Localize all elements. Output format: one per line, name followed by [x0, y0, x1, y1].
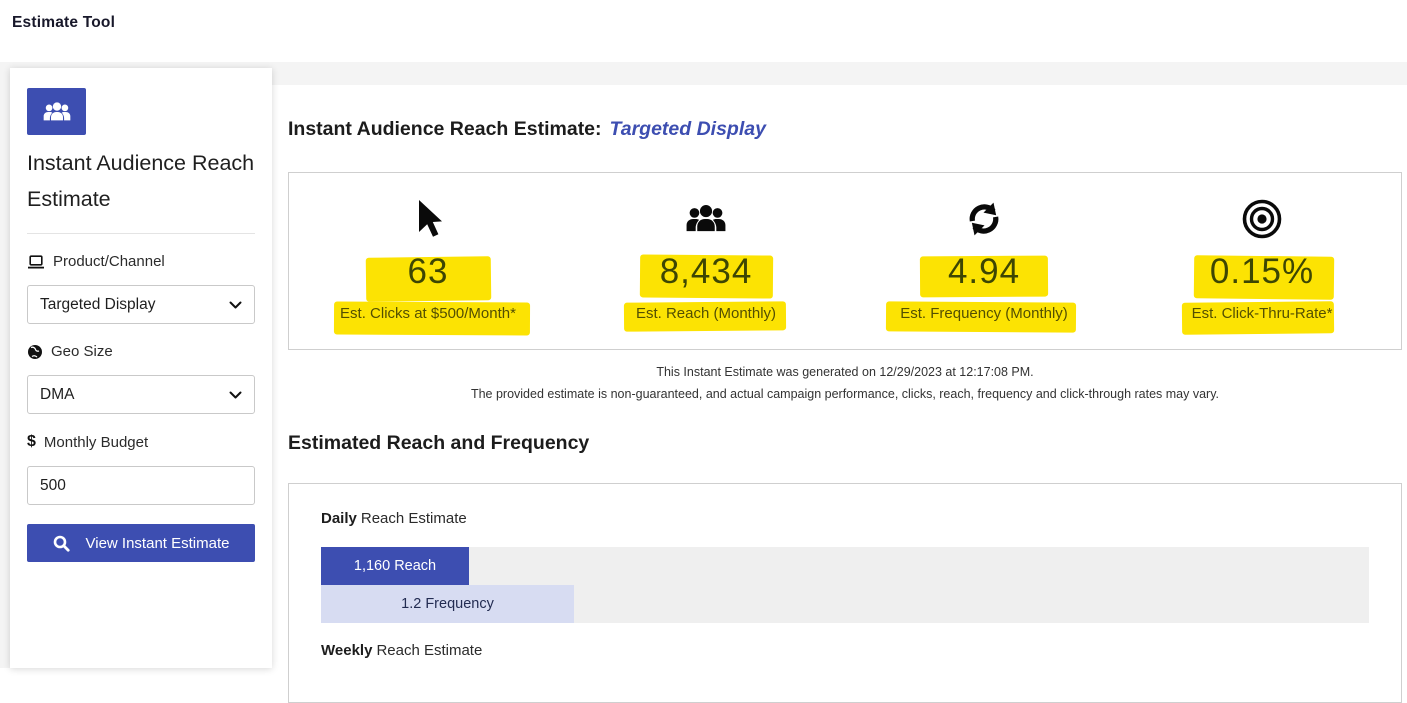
- monthly-budget-label: $ Monthly Budget: [27, 433, 255, 451]
- page-title-channel: Targeted Display: [610, 118, 766, 140]
- sync-icon: [845, 196, 1123, 242]
- reach-frequency-heading: Estimated Reach and Frequency: [288, 432, 589, 455]
- weekly-period: Weekly: [321, 642, 372, 659]
- page-title-prefix: Instant Audience Reach Estimate:: [288, 118, 602, 140]
- daily-reach-track: 1,160 Reach 1.2 Frequency: [321, 547, 1369, 623]
- metric-reach-label-highlight: Est. Reach (Monthly): [636, 305, 776, 322]
- view-instant-estimate-label: View Instant Estimate: [86, 535, 230, 552]
- metric-ctr: 0.15% Est. Click-Thru-Rate*: [1123, 173, 1401, 349]
- metric-reach: 8,434 Est. Reach (Monthly): [567, 173, 845, 349]
- weekly-reach-label: WeeklyReach Estimate: [321, 642, 1369, 659]
- sidebar-panel-title: Instant Audience Reach Estimate: [27, 145, 255, 217]
- top-header: Estimate Tool: [0, 0, 1407, 62]
- estimate-form-sidebar: Instant Audience Reach Estimate Product/…: [10, 68, 272, 668]
- metric-clicks-label-highlight: Est. Clicks at $500/Month*: [340, 305, 516, 322]
- metric-ctr-label-highlight: Est. Click-Thru-Rate*: [1192, 305, 1333, 322]
- product-channel-label: Product/Channel: [27, 253, 255, 270]
- generated-timestamp-note: This Instant Estimate was generated on 1…: [288, 365, 1402, 379]
- mouse-pointer-icon: [289, 196, 567, 242]
- reach-frequency-card: DailyReach Estimate 1,160 Reach 1.2 Freq…: [288, 483, 1402, 703]
- metric-clicks-label: Est. Clicks at $500/Month*: [340, 305, 516, 322]
- metric-frequency-value: 4.94: [948, 252, 1020, 291]
- metric-frequency-value-highlight: 4.94: [948, 252, 1020, 292]
- metric-reach-label: Est. Reach (Monthly): [636, 305, 776, 322]
- instant-estimate-card: 63 Est. Clicks at $500/Month* 8,434 Est.…: [288, 172, 1402, 350]
- metric-ctr-value: 0.15%: [1210, 252, 1314, 291]
- sidebar-divider: [27, 233, 255, 234]
- geo-size-select[interactable]: DMA: [27, 375, 255, 414]
- dollar-icon: $: [27, 433, 36, 451]
- view-instant-estimate-button[interactable]: View Instant Estimate: [27, 524, 255, 562]
- estimate-disclaimer: The provided estimate is non-guaranteed,…: [288, 387, 1402, 401]
- chevron-down-icon: [229, 301, 242, 309]
- product-channel-value: Targeted Display: [40, 296, 155, 314]
- metric-frequency: 4.94 Est. Frequency (Monthly): [845, 173, 1123, 349]
- users-group-icon: [42, 100, 72, 124]
- users-icon: [567, 196, 845, 242]
- chevron-down-icon: [229, 391, 242, 399]
- daily-reach-label: DailyReach Estimate: [321, 510, 1369, 527]
- search-icon: [53, 535, 70, 552]
- daily-reach-bar: 1,160 Reach: [321, 547, 469, 585]
- metric-ctr-value-highlight: 0.15%: [1210, 252, 1314, 292]
- monthly-budget-input[interactable]: [27, 466, 255, 505]
- globe-icon: [27, 344, 43, 360]
- metric-clicks-value-highlight: 63: [408, 252, 449, 292]
- metric-ctr-label: Est. Click-Thru-Rate*: [1192, 305, 1333, 322]
- page-title: Instant Audience Reach Estimate: Targeted…: [288, 118, 766, 141]
- metric-clicks-value: 63: [408, 252, 449, 291]
- metric-clicks: 63 Est. Clicks at $500/Month*: [289, 173, 567, 349]
- bullseye-icon: [1123, 196, 1401, 242]
- audience-badge: [27, 88, 86, 135]
- metric-reach-value-highlight: 8,434: [660, 252, 753, 292]
- laptop-icon: [27, 254, 45, 270]
- geo-size-label: Geo Size: [27, 343, 255, 360]
- metric-frequency-label-highlight: Est. Frequency (Monthly): [900, 305, 1068, 322]
- metric-frequency-label: Est. Frequency (Monthly): [900, 305, 1068, 322]
- product-channel-select[interactable]: Targeted Display: [27, 285, 255, 324]
- geo-size-value: DMA: [40, 386, 74, 404]
- daily-frequency-bar: 1.2 Frequency: [321, 585, 574, 623]
- metric-reach-value: 8,434: [660, 252, 753, 291]
- app-title: Estimate Tool: [12, 14, 115, 32]
- daily-period: Daily: [321, 510, 357, 527]
